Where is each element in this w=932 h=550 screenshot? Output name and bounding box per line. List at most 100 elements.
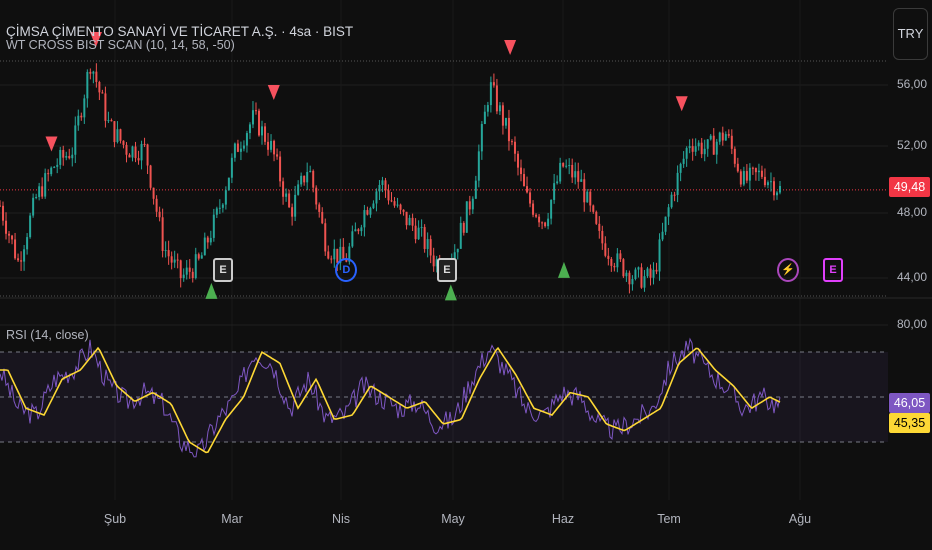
candle-body xyxy=(357,229,360,232)
candle-body xyxy=(766,182,769,186)
candle-body xyxy=(89,71,92,74)
candle-body xyxy=(276,154,279,157)
candle-body xyxy=(697,142,700,147)
dividend-event-icon[interactable]: D xyxy=(335,258,358,282)
candle-body xyxy=(562,162,565,167)
candle-body xyxy=(155,198,158,212)
candle-body xyxy=(212,214,215,238)
candle-body xyxy=(628,272,631,285)
rsi-ma-tag: 45,35 xyxy=(889,413,930,433)
rsi-label[interactable]: RSI (14, close) xyxy=(6,328,89,342)
candle-body xyxy=(760,170,763,177)
sell-signal-icon xyxy=(675,96,688,112)
candle-body xyxy=(462,222,465,233)
month-label: Tem xyxy=(657,512,681,526)
sell-signal-icon xyxy=(267,85,280,101)
candle-body xyxy=(673,194,676,196)
candle-body xyxy=(315,187,318,205)
candle-body xyxy=(526,186,529,193)
candle-body xyxy=(230,157,233,178)
candle-body xyxy=(321,211,324,224)
earnings-event-icon[interactable]: E xyxy=(436,258,457,282)
candle-body xyxy=(724,134,727,141)
candle-body xyxy=(748,167,751,181)
indicator-label[interactable]: WT CROSS BIST SCAN (10, 14, 58, -50) xyxy=(6,38,235,52)
symbol-title[interactable]: ÇİMSA ÇİMENTO SANAYİ VE TİCARET A.Ş. · 4… xyxy=(6,24,353,39)
candle-body xyxy=(119,129,122,141)
earnings-event-icon[interactable]: E xyxy=(213,258,234,282)
candle-body xyxy=(71,154,74,159)
candle-body xyxy=(218,207,221,209)
candle-body xyxy=(730,135,733,149)
candle-body xyxy=(688,146,691,149)
candle-body xyxy=(164,250,167,252)
currency-button[interactable]: TRY xyxy=(893,8,928,60)
candle-body xyxy=(598,223,601,231)
candle-body xyxy=(285,193,288,197)
candle-body xyxy=(703,148,706,155)
candle-body xyxy=(631,279,634,285)
candle-body xyxy=(559,162,562,182)
candle-body xyxy=(646,268,649,277)
candle-body xyxy=(113,121,116,143)
candle-body xyxy=(727,134,730,136)
price-tick: 56,00 xyxy=(897,77,928,91)
candle-body xyxy=(122,140,125,145)
candle-body xyxy=(294,194,297,217)
candle-body xyxy=(607,255,610,259)
candle-body xyxy=(41,186,44,197)
candle-body xyxy=(125,144,128,155)
candle-body xyxy=(739,171,742,185)
candle-body xyxy=(366,210,369,215)
candle-body xyxy=(414,225,417,240)
month-label: Ağu xyxy=(788,512,812,526)
candle-body xyxy=(248,124,251,134)
candle-body xyxy=(291,207,294,217)
price-tick: 52,00 xyxy=(897,138,928,152)
candle-body xyxy=(718,132,721,142)
candle-body xyxy=(38,186,41,197)
news-event-icon[interactable]: ⚡ xyxy=(776,258,799,282)
candle-body xyxy=(658,239,661,272)
last-price-tag: 49,48 xyxy=(889,177,930,197)
candle-body xyxy=(146,144,149,166)
candle-body xyxy=(324,223,327,252)
candle-body xyxy=(405,211,408,226)
price-tick: 44,00 xyxy=(897,270,928,284)
candle-body xyxy=(279,156,282,182)
candle-body xyxy=(757,170,760,173)
candle-body xyxy=(477,151,480,181)
candle-body xyxy=(227,177,230,191)
candle-body xyxy=(643,276,646,288)
candle-body xyxy=(176,259,179,261)
candle-body xyxy=(251,110,254,125)
month-label: Nis xyxy=(331,512,351,526)
candle-body xyxy=(538,216,541,223)
earnings-upcoming-event-icon[interactable]: E xyxy=(823,258,844,282)
candle-body xyxy=(616,253,619,268)
candle-body xyxy=(375,191,378,204)
candle-body xyxy=(682,158,685,164)
candle-body xyxy=(197,254,200,259)
candle-body xyxy=(733,148,736,164)
candle-body xyxy=(679,163,682,173)
candle-body xyxy=(664,216,667,232)
candle-body xyxy=(381,180,384,185)
candle-body xyxy=(742,171,745,185)
candle-body xyxy=(565,165,568,167)
candle-body xyxy=(83,98,86,118)
candle-body xyxy=(712,135,715,155)
candle-body xyxy=(589,191,592,206)
candle-body xyxy=(709,135,712,140)
candle-body xyxy=(387,190,390,201)
rsi-tick: 80,00 xyxy=(897,317,928,331)
candle-body xyxy=(101,92,104,94)
month-label: May xyxy=(441,512,465,526)
candle-body xyxy=(14,239,17,259)
candle-body xyxy=(625,272,628,277)
candle-body xyxy=(152,187,155,199)
candle-body xyxy=(327,251,330,259)
candle-body xyxy=(131,146,134,158)
candle-body xyxy=(59,149,62,165)
candle-body xyxy=(209,237,212,243)
